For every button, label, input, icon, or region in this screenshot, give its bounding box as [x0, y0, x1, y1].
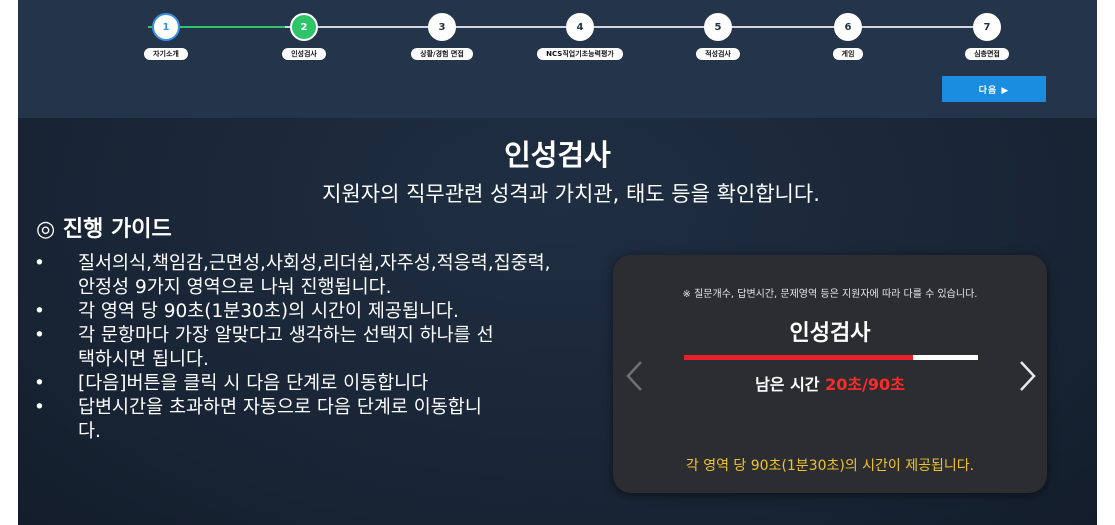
- step-label: 인성검사: [282, 48, 326, 60]
- step-number: 1: [152, 13, 180, 41]
- remaining-time: 남은 시간 20초/90초: [613, 371, 1047, 395]
- chevron-right-icon[interactable]: [1015, 359, 1039, 393]
- bullet: •: [34, 373, 45, 394]
- guide-item-text: 답변시간을 초과하면 자동으로 다음 단계로 이동합니다.: [78, 397, 482, 442]
- guide-item: • 질서의식,책임감,근면성,사회성,리더쉽,자주성,적응력,집중력,안정성 9…: [34, 252, 558, 300]
- remaining-time-label: 남은 시간: [755, 375, 826, 394]
- step-label: 자기소개: [144, 48, 188, 60]
- preview-card: ※ 질문개수, 답변시간, 문제영역 등은 지원자에 따라 다를 수 있습니다.…: [613, 255, 1047, 493]
- step-number: 4: [566, 13, 594, 41]
- guide-item-text: 각 문항마다 가장 알맞다고 생각하는 선택지 하나를 선택하시면 됩니다.: [78, 325, 494, 370]
- step-label: NCS직업기초능력평가: [537, 48, 623, 60]
- guide-item: • 각 문항마다 가장 알맞다고 생각하는 선택지 하나를 선택하시면 됩니다.: [34, 324, 504, 372]
- bullet: •: [34, 301, 45, 322]
- guide-item-text: 질서의식,책임감,근면성,사회성,리더쉽,자주성,적응력,집중력,안정성 9가지…: [78, 253, 551, 298]
- step-number: 5: [704, 13, 732, 41]
- next-button[interactable]: 다음 ▶: [942, 76, 1046, 102]
- step-6[interactable]: 6 게임: [788, 13, 908, 60]
- guide-item: • 답변시간을 초과하면 자동으로 다음 단계로 이동합니다.: [34, 396, 504, 444]
- bullet: •: [34, 253, 45, 274]
- page-subtitle: 지원자의 직무관련 성격과 가치관, 태도 등을 확인합니다.: [322, 182, 820, 206]
- step-label: 상황/경험 면접: [411, 48, 473, 60]
- step-1[interactable]: 1 자기소개: [106, 13, 226, 60]
- step-number: 7: [973, 13, 1001, 41]
- guide-item-text: [다음]버튼을 클릭 시 다음 단계로 이동합니다: [78, 373, 429, 394]
- bullet: •: [34, 325, 45, 346]
- step-label: 심층면접: [965, 48, 1009, 60]
- guide-item-text: 각 영역 당 90초(1분30초)의 시간이 제공됩니다.: [78, 301, 459, 322]
- guide-item: • [다음]버튼을 클릭 시 다음 단계로 이동합니다: [34, 372, 594, 396]
- card-footer: 각 영역 당 90초(1분30초)의 시간이 제공됩니다.: [685, 458, 975, 474]
- timer-progress-bar: [684, 355, 978, 360]
- step-progress: 1 자기소개 2 인성검사 3 상황/경험 면접 4 NCS직업기초능력평가 5…: [18, 0, 1097, 70]
- step-number: 2: [290, 13, 318, 41]
- card-title: 인성검사: [789, 321, 871, 346]
- step-7[interactable]: 7 심층면접: [927, 13, 1047, 60]
- bullet: •: [34, 397, 45, 418]
- step-5[interactable]: 5 적성검사: [658, 13, 778, 60]
- step-2[interactable]: 2 인성검사: [244, 13, 364, 60]
- guide-list: • 질서의식,책임감,근면성,사회성,리더쉽,자주성,적응력,집중력,안정성 9…: [34, 252, 594, 444]
- step-number: 3: [428, 13, 456, 41]
- card-note: ※ 질문개수, 답변시간, 문제영역 등은 지원자에 따라 다를 수 있습니다.: [682, 289, 978, 300]
- timer-progress-fill: [684, 355, 914, 360]
- page-title: 인성검사: [504, 138, 611, 172]
- step-4[interactable]: 4 NCS직업기초능력평가: [520, 13, 640, 60]
- chevron-left-icon[interactable]: [623, 359, 647, 393]
- step-3[interactable]: 3 상황/경험 면접: [382, 13, 502, 60]
- step-number: 6: [834, 13, 862, 41]
- step-label: 게임: [832, 48, 864, 60]
- step-label: 적성검사: [696, 48, 740, 60]
- guide-title: ◎ 진행 가이드: [36, 217, 172, 242]
- guide-item: • 각 영역 당 90초(1분30초)의 시간이 제공됩니다.: [34, 300, 594, 324]
- remaining-time-value: 20초/90초: [825, 375, 905, 394]
